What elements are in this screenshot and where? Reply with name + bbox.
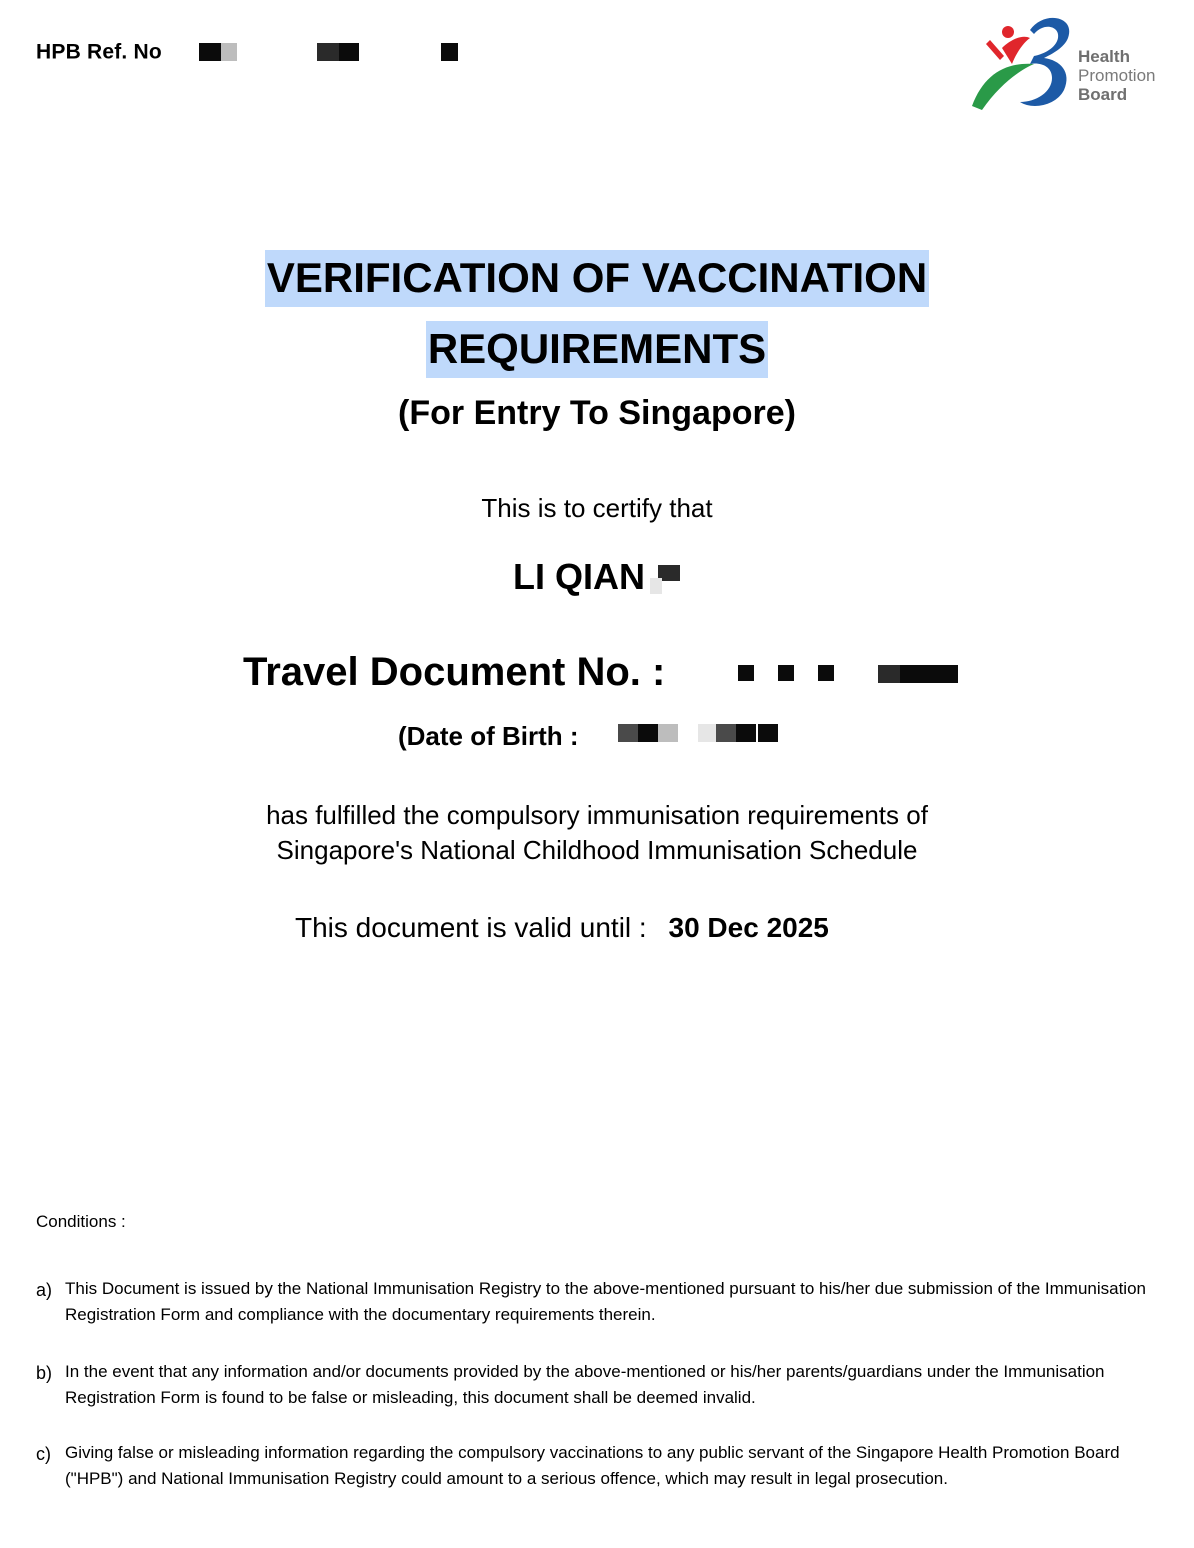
- condition-text: This Document is issued by the National …: [65, 1279, 1146, 1324]
- redacted-name-block: [650, 578, 662, 594]
- hpb-ref-label: HPB Ref. No: [36, 40, 162, 64]
- condition-letter: a): [36, 1280, 53, 1300]
- redacted-ref-block: [317, 43, 339, 61]
- title-line-1: VERIFICATION OF VACCINATION: [264, 250, 930, 307]
- redacted-dob-block: [758, 724, 778, 742]
- condition-text: In the event that any information and/or…: [65, 1362, 1105, 1407]
- certificate-page: HPB Ref. No Health Promotion Board VERIF…: [0, 0, 1194, 1548]
- document-title: VERIFICATION OF VACCINATION: [0, 250, 1194, 307]
- redacted-ref-block: [339, 43, 359, 61]
- fulfilment-line-2: Singapore's National Childhood Immunisat…: [276, 835, 918, 865]
- redacted-travel-doc-block: [900, 665, 958, 683]
- document-title-continued: REQUIREMENTS: [0, 321, 1194, 378]
- date-of-birth-label: (Date of Birth :: [398, 721, 579, 751]
- certify-statement: This is to certify that: [481, 493, 713, 523]
- condition-item: b) In the event that any information and…: [36, 1359, 1161, 1411]
- logo-line-health: Health: [1078, 47, 1130, 66]
- title-line-2: REQUIREMENTS: [425, 321, 769, 378]
- redacted-ref-block: [221, 43, 237, 61]
- redacted-travel-doc-block: [818, 665, 834, 681]
- holder-name-text: LI QIAN: [513, 556, 645, 597]
- redacted-dob-block: [698, 724, 716, 742]
- condition-letter: b): [36, 1363, 53, 1383]
- condition-item: a) This Document is issued by the Nation…: [36, 1276, 1161, 1328]
- redacted-travel-doc-block: [738, 665, 754, 681]
- hpb-ref-number: HPB Ref. No: [36, 40, 162, 64]
- travel-document-label: Travel Document No. :: [243, 650, 666, 694]
- logo-line-promotion: Promotion: [1078, 66, 1156, 85]
- document-subtitle: (For Entry To Singapore): [398, 394, 796, 432]
- redacted-dob-block: [716, 724, 736, 742]
- redacted-travel-doc-block: [778, 665, 794, 681]
- condition-item: c) Giving false or misleading informatio…: [36, 1440, 1161, 1492]
- redacted-dob-block: [618, 724, 638, 742]
- fulfilment-statement: has fulfilled the compulsory immunisatio…: [0, 798, 1194, 868]
- validity-statement: This document is valid until : 30 Dec 20…: [295, 912, 829, 944]
- holder-name: LI QIAN: [0, 556, 1194, 598]
- condition-text: Giving false or misleading information r…: [65, 1443, 1120, 1488]
- redacted-travel-doc-block: [878, 665, 900, 683]
- redacted-dob-block: [638, 724, 658, 742]
- condition-letter: c): [36, 1444, 51, 1464]
- redacted-ref-block: [199, 43, 221, 61]
- validity-label: This document is valid until :: [295, 912, 647, 943]
- redacted-dob-block: [658, 724, 678, 742]
- logo-line-board: Board: [1078, 85, 1128, 104]
- logo-wordmark: Health Promotion Board: [1078, 47, 1155, 104]
- redacted-dob-block: [736, 724, 756, 742]
- redacted-ref-block: [441, 43, 458, 61]
- fulfilment-line-1: has fulfilled the compulsory immunisatio…: [266, 800, 928, 830]
- validity-date: 30 Dec 2025: [668, 912, 829, 943]
- conditions-heading: Conditions :: [36, 1212, 126, 1231]
